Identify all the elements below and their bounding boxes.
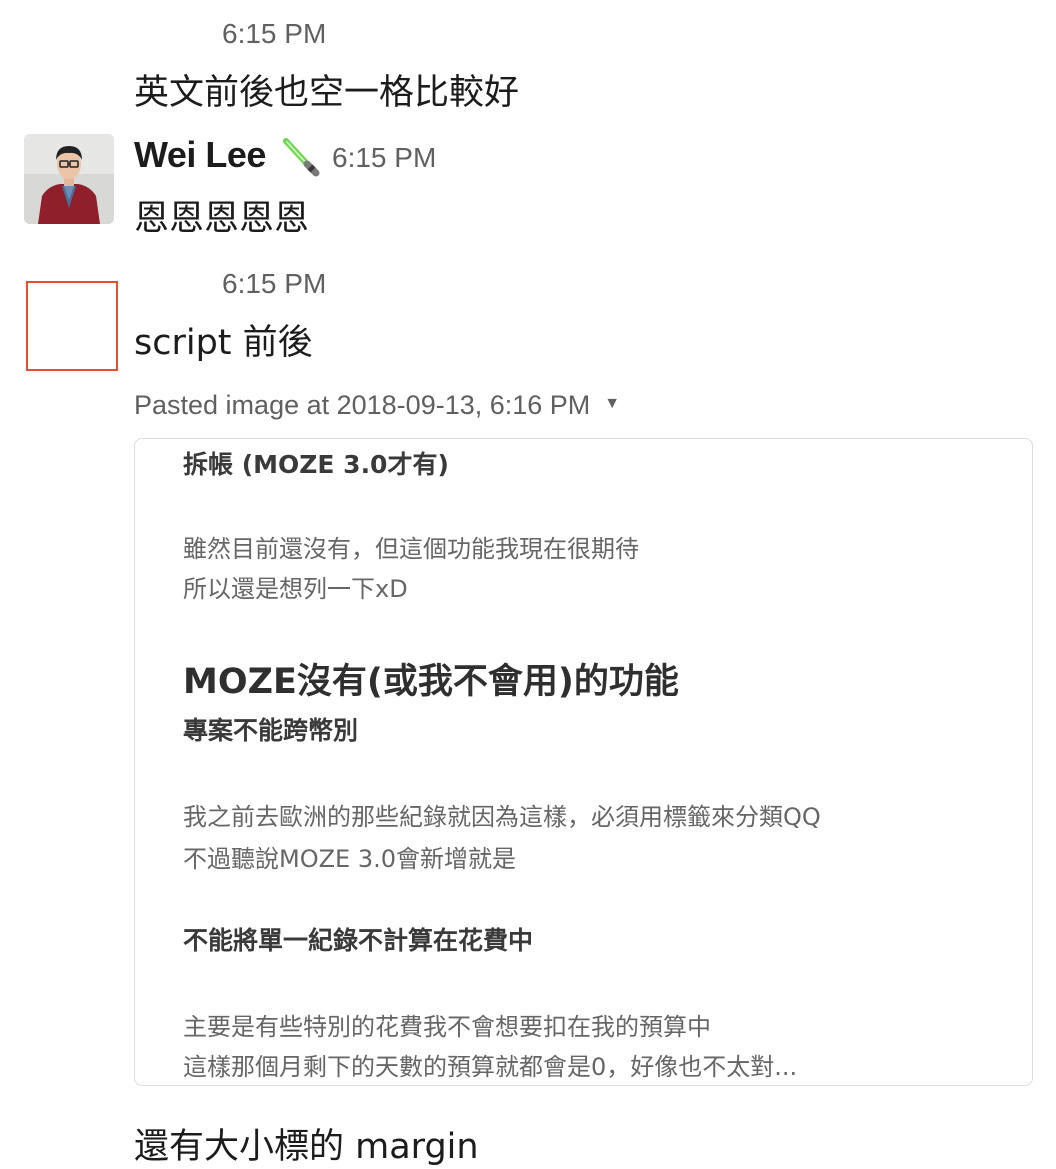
- message-text: 恩恩恩恩恩: [134, 199, 310, 239]
- image-heading: 專案不能跨幣別: [183, 716, 359, 745]
- image-paragraph-line: 主要是有些特別的花費我不會想要扣在我的預算中: [183, 1013, 711, 1041]
- username[interactable]: Wei Lee: [134, 134, 266, 176]
- image-main-heading: MOZE沒有(或我不會用)的功能: [183, 662, 679, 702]
- message-timestamp[interactable]: 6:15 PM: [332, 142, 436, 174]
- avatar[interactable]: [24, 134, 114, 224]
- image-heading: 不能將單一紀錄不計算在花費中: [183, 926, 534, 955]
- caret-down-icon[interactable]: ▼: [604, 395, 620, 413]
- message-text: 英文前後也空一格比較好: [134, 73, 520, 113]
- attachment-title-text: Pasted image at 2018-09-13, 6:16 PM: [134, 390, 591, 420]
- image-paragraph-line: 所以還是想列一下xD: [183, 575, 408, 603]
- image-paragraph-line: 我之前去歐洲的那些紀錄就因為這樣，必須用標籤來分類QQ: [183, 803, 821, 831]
- pasted-image[interactable]: 拆帳 (MOZE 3.0才有) 雖然目前還沒有，但這個功能我現在很期待 所以還是…: [134, 438, 1033, 1086]
- user-photo-icon: [24, 134, 114, 224]
- avatar-placeholder: [26, 281, 118, 371]
- image-paragraph-line: 不過聽說MOZE 3.0會新增就是: [183, 845, 516, 873]
- image-paragraph-line: 雖然目前還沒有，但這個功能我現在很期待: [183, 535, 639, 563]
- message-text: 還有大小標的 margin: [134, 1127, 479, 1167]
- attachment-title[interactable]: Pasted image at 2018-09-13, 6:16 PM ▼: [134, 390, 620, 421]
- lightsaber-icon: [280, 137, 320, 177]
- image-paragraph-line: 這樣那個月剩下的天數的預算就都會是0，好像也不太對...: [183, 1053, 798, 1081]
- message-timestamp[interactable]: 6:15 PM: [222, 268, 326, 300]
- message-text: script 前後: [134, 323, 313, 363]
- image-heading: 拆帳 (MOZE 3.0才有): [183, 450, 449, 479]
- message-timestamp[interactable]: 6:15 PM: [222, 18, 326, 50]
